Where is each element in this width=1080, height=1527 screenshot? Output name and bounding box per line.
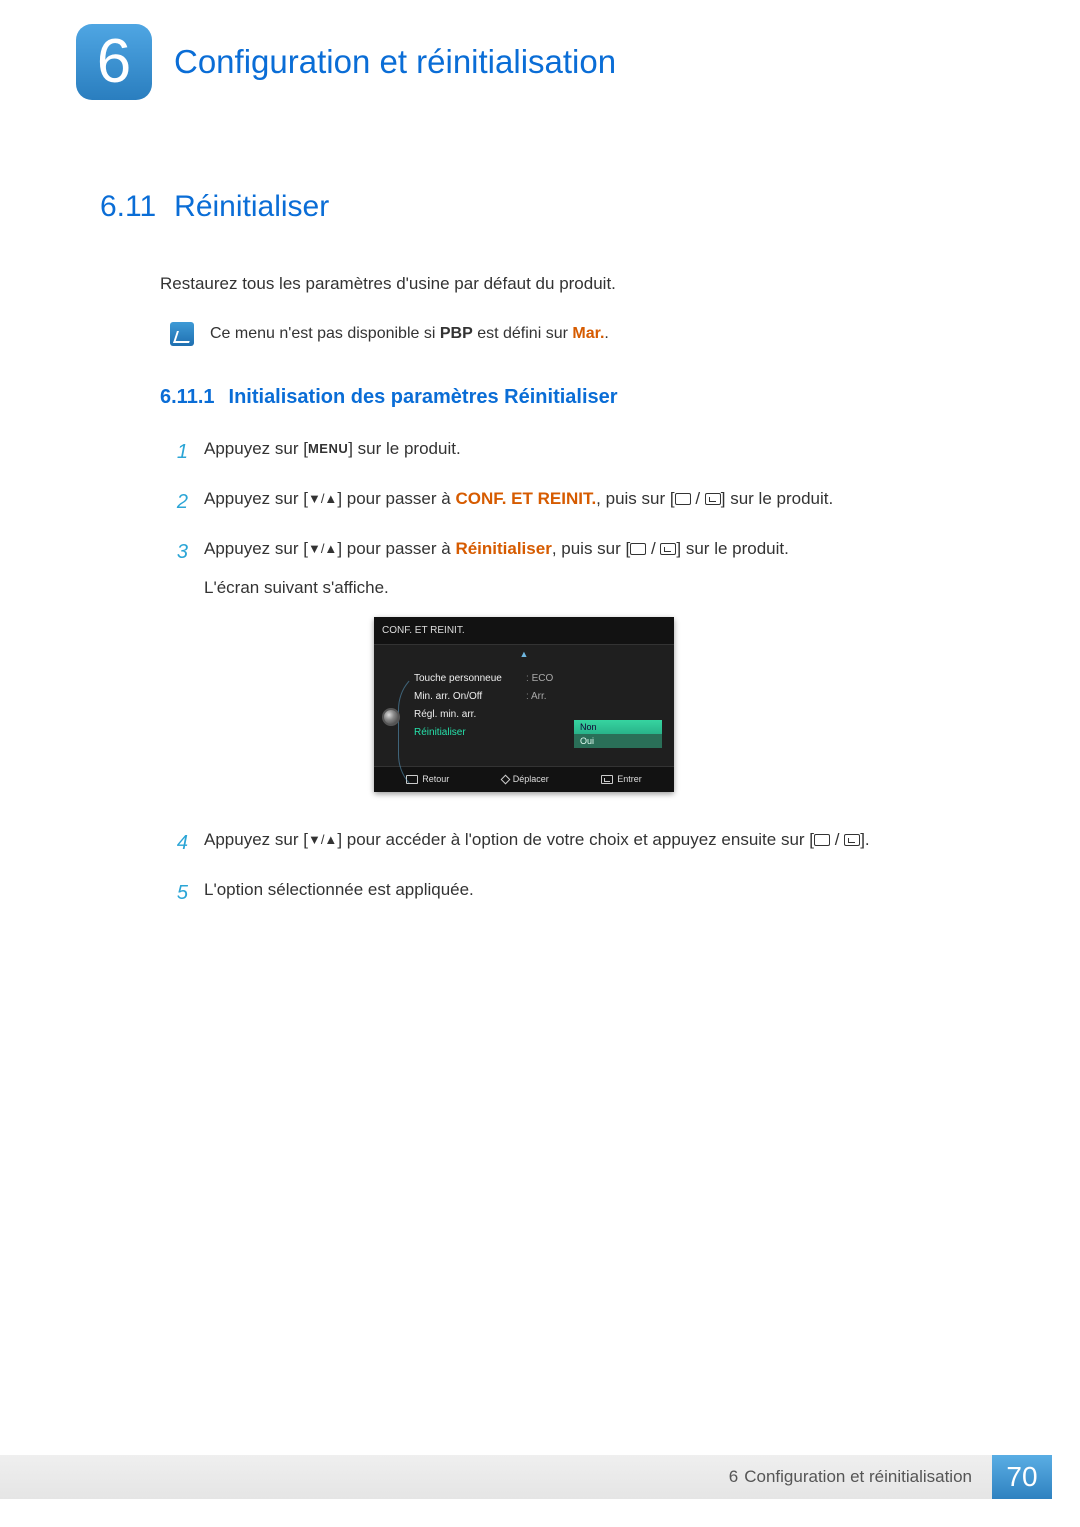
t: ] sur le produit. (721, 489, 833, 508)
osd-enter-label: Entrer (617, 772, 642, 787)
step-2: 2 Appuyez sur [▼/▲] pour passer à CONF. … (170, 485, 980, 519)
step-number: 1 (170, 435, 188, 469)
note-middle: est défini sur (473, 325, 573, 342)
osd-curve-decoration (398, 670, 432, 794)
t: ] sur le produit. (348, 439, 460, 458)
section-title: Réinitialiser (174, 190, 329, 224)
step-number: 4 (170, 826, 188, 860)
section-heading: 6.11 Réinitialiser (100, 190, 980, 224)
step-content: Appuyez sur [MENU] sur le produit. (204, 435, 980, 469)
osd-value (522, 724, 578, 742)
step-number: 5 (170, 876, 188, 910)
page-number: 70 (992, 1455, 1052, 1499)
osd-title: CONF. ET REINIT. (374, 617, 674, 645)
steps-list: 1 Appuyez sur [MENU] sur le produit. 2 A… (170, 435, 980, 910)
menu-label: MENU (308, 441, 348, 456)
osd-wheel-icon (382, 708, 400, 726)
osd-values: ECO Arr. (522, 666, 578, 742)
osd-popup-option-selected: Non (574, 720, 662, 734)
osd-value (522, 706, 578, 724)
osd-popup: Non Oui (574, 720, 662, 748)
note-pbp: PBP (440, 325, 473, 342)
note-text: Ce menu n'est pas disponible si PBP est … (210, 325, 609, 343)
step-content: Appuyez sur [▼/▲] pour passer à Réinitia… (204, 535, 980, 810)
t: ] pour passer à (337, 489, 455, 508)
osd-move-icon (500, 775, 510, 785)
osd-value: Arr. (522, 688, 578, 706)
intro-paragraph: Restaurez tous les paramètres d'usine pa… (160, 274, 980, 294)
updown-arrows-icon: ▼/▲ (308, 488, 337, 510)
screen-icon (675, 493, 691, 505)
updown-arrows-icon: ▼/▲ (308, 538, 337, 560)
enter-icon (705, 493, 721, 505)
step-number: 3 (170, 535, 188, 810)
chapter-number-badge: 6 (76, 24, 152, 100)
osd-up-arrow-icon: ▲ (374, 645, 674, 662)
step-4: 4 Appuyez sur [▼/▲] pour accéder à l'opt… (170, 826, 980, 860)
t: , puis sur [ (596, 489, 674, 508)
step-content: L'option sélectionnée est appliquée. (204, 876, 980, 910)
note-callout: Ce menu n'est pas disponible si PBP est … (170, 322, 980, 346)
step-1: 1 Appuyez sur [MENU] sur le produit. (170, 435, 980, 469)
screen-icon (814, 834, 830, 846)
t: ] sur le produit. (676, 539, 788, 558)
chapter-title: Configuration et réinitialisation (174, 43, 616, 81)
osd-enter-icon (601, 775, 613, 784)
step-number: 2 (170, 485, 188, 519)
subsection-heading: 6.11.1 Initialisation des paramètres Réi… (160, 386, 980, 409)
osd-move-label: Déplacer (513, 772, 549, 787)
t: ] pour accéder à l'option de votre choix… (337, 830, 814, 849)
section-number: 6.11 (100, 190, 156, 224)
t: , puis sur [ (552, 539, 630, 558)
updown-arrows-icon: ▼/▲ (308, 829, 337, 851)
note-prefix: Ce menu n'est pas disponible si (210, 325, 440, 342)
note-mar: Mar. (572, 325, 604, 342)
footer-chapter-title: Configuration et réinitialisation (744, 1467, 972, 1487)
subsection-number: 6.11.1 (160, 386, 215, 409)
t: L'écran suivant s'affiche. (204, 578, 389, 597)
t: Appuyez sur [ (204, 539, 308, 558)
step-content: Appuyez sur [▼/▲] pour passer à CONF. ET… (204, 485, 980, 519)
chapter-header: 6 Configuration et réinitialisation (0, 0, 1080, 100)
reinitialiser-label: Réinitialiser (455, 539, 551, 558)
osd-value: ECO (522, 670, 578, 688)
footer-chapter-number: 6 (729, 1467, 738, 1487)
t: Appuyez sur [ (204, 830, 308, 849)
t: ]. (860, 830, 869, 849)
t: Appuyez sur [ (204, 439, 308, 458)
enter-icon (844, 834, 860, 846)
subsection-title: Initialisation des paramètres Réinitiali… (229, 386, 618, 409)
enter-icon (660, 543, 676, 555)
osd-popup-option: Oui (574, 734, 662, 748)
t: ] pour passer à (337, 539, 455, 558)
osd-menu: CONF. ET REINIT. ▲ Touche personneue Min… (374, 617, 674, 793)
screen-icon (630, 543, 646, 555)
t: Appuyez sur [ (204, 489, 308, 508)
page-footer: 6 Configuration et réinitialisation 70 (0, 1455, 1080, 1499)
conf-reinit-label: CONF. ET REINIT. (455, 489, 596, 508)
note-suffix: . (604, 325, 608, 342)
step-content: Appuyez sur [▼/▲] pour accéder à l'optio… (204, 826, 980, 860)
step-5: 5 L'option sélectionnée est appliquée. (170, 876, 980, 910)
step-3: 3 Appuyez sur [▼/▲] pour passer à Réinit… (170, 535, 980, 810)
note-icon (170, 322, 194, 346)
